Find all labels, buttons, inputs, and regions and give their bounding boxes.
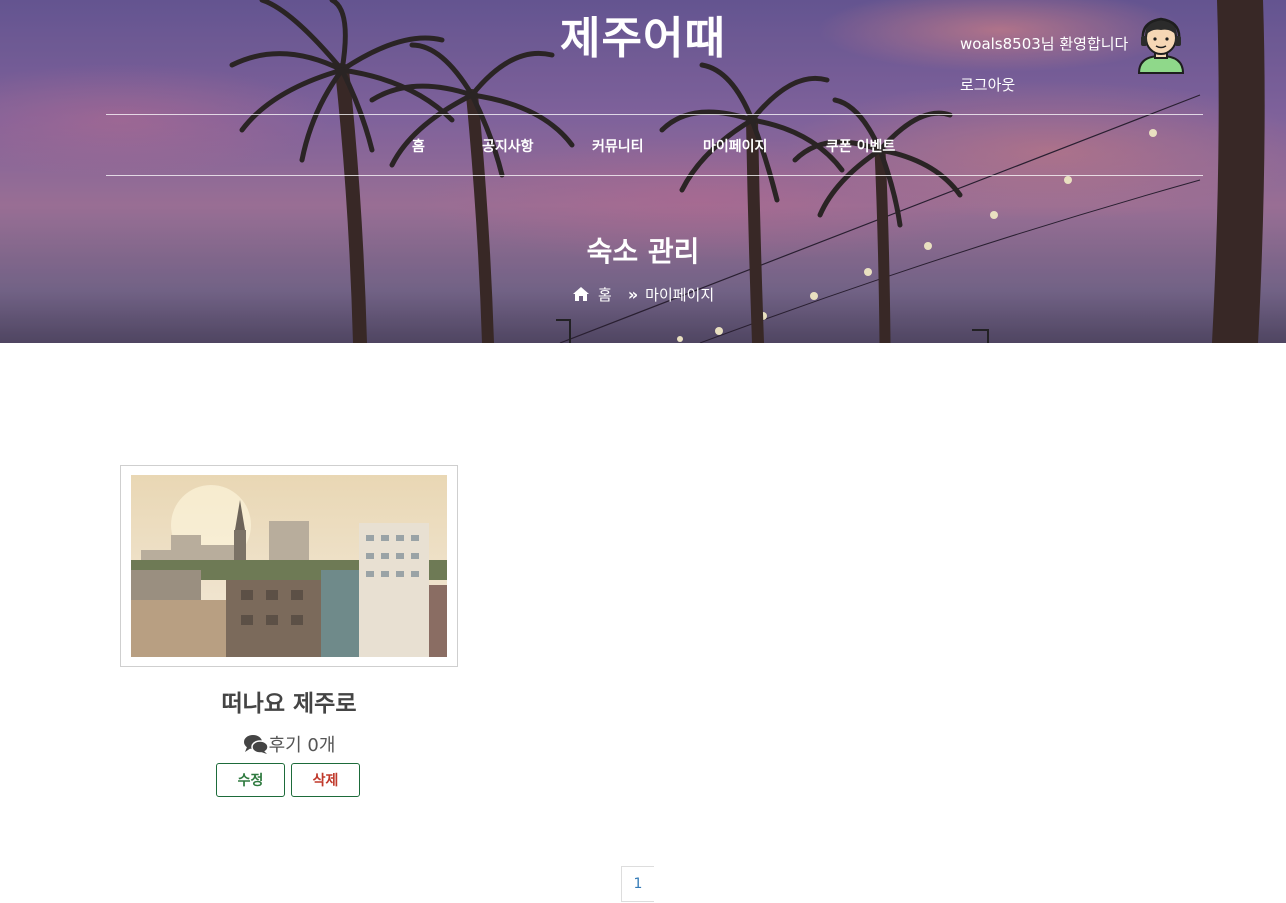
listing-thumbnail[interactable] — [120, 465, 458, 667]
breadcrumb: 홈 » 마이페이지 — [572, 284, 714, 304]
nav-divider-top — [106, 114, 1203, 115]
review-count: 후기 0개 — [120, 731, 458, 757]
delete-button[interactable]: 삭제 — [291, 763, 360, 797]
review-count-text: 후기 0개 — [268, 735, 336, 756]
main-nav: 홈 공지사항 커뮤니티 마이페이지 쿠폰 이벤트 — [0, 136, 1286, 156]
breadcrumb-home[interactable]: 홈 — [598, 284, 612, 305]
nav-item-community[interactable]: 커뮤니티 — [592, 136, 644, 156]
user-avatar-icon[interactable] — [1135, 16, 1187, 74]
edit-button[interactable]: 수정 — [216, 763, 285, 797]
pagination-page-1[interactable]: 1 — [621, 866, 654, 902]
hero-banner: 제주어때 woals8503님 환영합니다 로그아웃 홈 공지사항 커뮤니티 마… — [0, 0, 1286, 343]
listing-photo — [131, 475, 447, 657]
page-title: 숙소 관리 — [586, 235, 700, 268]
home-icon — [573, 287, 589, 301]
double-chevron-right-icon: » — [627, 284, 638, 304]
nav-item-notice[interactable]: 공지사항 — [482, 136, 534, 156]
nav-item-home[interactable]: 홈 — [412, 136, 425, 156]
chat-bubbles-icon — [243, 735, 269, 754]
logout-link[interactable]: 로그아웃 — [960, 74, 1015, 95]
nav-item-mypage[interactable]: 마이페이지 — [703, 136, 767, 156]
nav-item-coupon-event[interactable]: 쿠폰 이벤트 — [826, 136, 895, 156]
nav-divider-bottom — [106, 175, 1203, 176]
listing-title[interactable]: 떠나요 제주로 — [120, 684, 458, 718]
welcome-message: woals8503님 환영합니다 — [960, 35, 1129, 53]
breadcrumb-current[interactable]: 마이페이지 — [645, 284, 714, 305]
